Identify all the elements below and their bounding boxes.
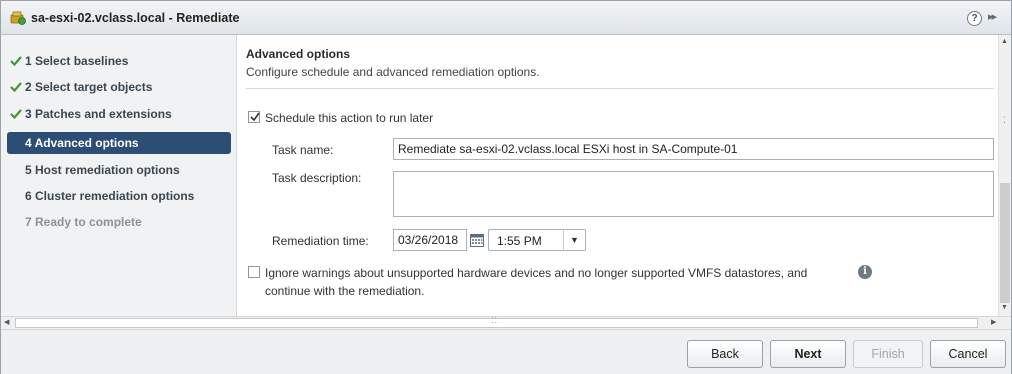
ignore-warnings-label-line2: continue with the remediation. [265,284,425,298]
dialog-title: sa-esxi-02.vclass.local - Remediate [31,11,240,25]
scroll-down-icon[interactable]: ▼ [1001,304,1008,311]
scroll-right-icon[interactable]: ▶ [991,318,996,326]
task-name-label: Task name: [272,143,334,157]
ignore-warnings-checkbox[interactable] [248,266,260,278]
remediation-date-input[interactable]: 03/26/2018 [393,229,467,251]
advanced-options-panel: Advanced options Configure schedule and … [238,35,998,316]
task-name-input[interactable]: Remediate sa-esxi-02.vclass.local ESXi h… [393,138,994,160]
host-remediate-icon [10,11,26,25]
help-icon[interactable]: ? [967,11,982,26]
check-icon [10,56,22,67]
wizard-steps-nav: 1 Select baselines 2 Select target objec… [1,35,237,316]
divider [246,88,994,89]
nav-step-label: 6 Cluster remediation options [25,189,195,203]
scroll-up-icon[interactable]: ▲ [1001,38,1008,45]
task-description-textarea[interactable] [393,171,994,217]
back-button[interactable]: Back [687,340,763,368]
remediate-dialog: sa-esxi-02.vclass.local - Remediate ? ▸▸… [0,0,1012,374]
nav-step-label: 7 Ready to complete [25,215,142,229]
nav-step-host-remediation-options[interactable]: 5 Host remediation options [7,159,231,181]
nav-step-label: 2 Select target objects [25,80,153,94]
nav-step-select-target-objects[interactable]: 2 Select target objects [7,76,231,98]
resize-grip-icon[interactable]: ⁚ [1003,115,1006,126]
grip-icon: ⁚⁚ [491,316,499,325]
calendar-icon[interactable] [470,234,484,247]
title-bar: sa-esxi-02.vclass.local - Remediate ? ▸▸ [1,1,1011,35]
page-description: Configure schedule and advanced remediat… [246,65,540,79]
horizontal-scrollbar[interactable]: ◀ ⁚⁚ ▶ [1,316,1011,329]
nav-step-select-baselines[interactable]: 1 Select baselines [7,50,231,72]
expand-icon[interactable]: ▸▸ [988,10,997,23]
page-title: Advanced options [246,47,351,61]
nav-step-cluster-remediation-options[interactable]: 6 Cluster remediation options [7,185,231,207]
ignore-warnings-label-line1: Ignore warnings about unsupported hardwa… [265,266,808,280]
finish-button: Finish [853,340,923,368]
chevron-down-icon[interactable]: ▼ [563,230,585,250]
nav-step-label: 5 Host remediation options [25,163,180,177]
checkmark-icon [250,112,260,122]
check-icon [10,82,22,93]
schedule-later-checkbox[interactable] [248,111,260,123]
nav-step-ready-to-complete: 7 Ready to complete [7,211,231,233]
nav-step-advanced-options[interactable]: 4 Advanced options [7,132,231,154]
task-description-label: Task description: [272,171,362,185]
remediation-time-value: 1:55 PM [497,234,542,248]
info-icon[interactable]: i [858,265,872,279]
wizard-footer: Back Next Finish Cancel [1,329,1011,374]
nav-step-label: 4 Advanced options [25,136,139,150]
nav-step-label: 3 Patches and extensions [25,107,172,121]
nav-step-label: 1 Select baselines [25,54,129,68]
remediation-time-select[interactable]: 1:55 PM ▼ [488,229,586,251]
nav-step-patches-and-extensions[interactable]: 3 Patches and extensions [7,103,231,125]
cancel-button[interactable]: Cancel [930,340,1006,368]
schedule-later-label: Schedule this action to run later [265,111,434,125]
check-icon [10,109,22,120]
vertical-scrollbar[interactable]: ▲ ▼ [998,35,1011,316]
next-button[interactable]: Next [770,340,846,368]
remediation-time-label: Remediation time: [272,234,369,248]
scroll-left-icon[interactable]: ◀ [4,318,9,326]
scroll-thumb[interactable] [1000,183,1010,303]
